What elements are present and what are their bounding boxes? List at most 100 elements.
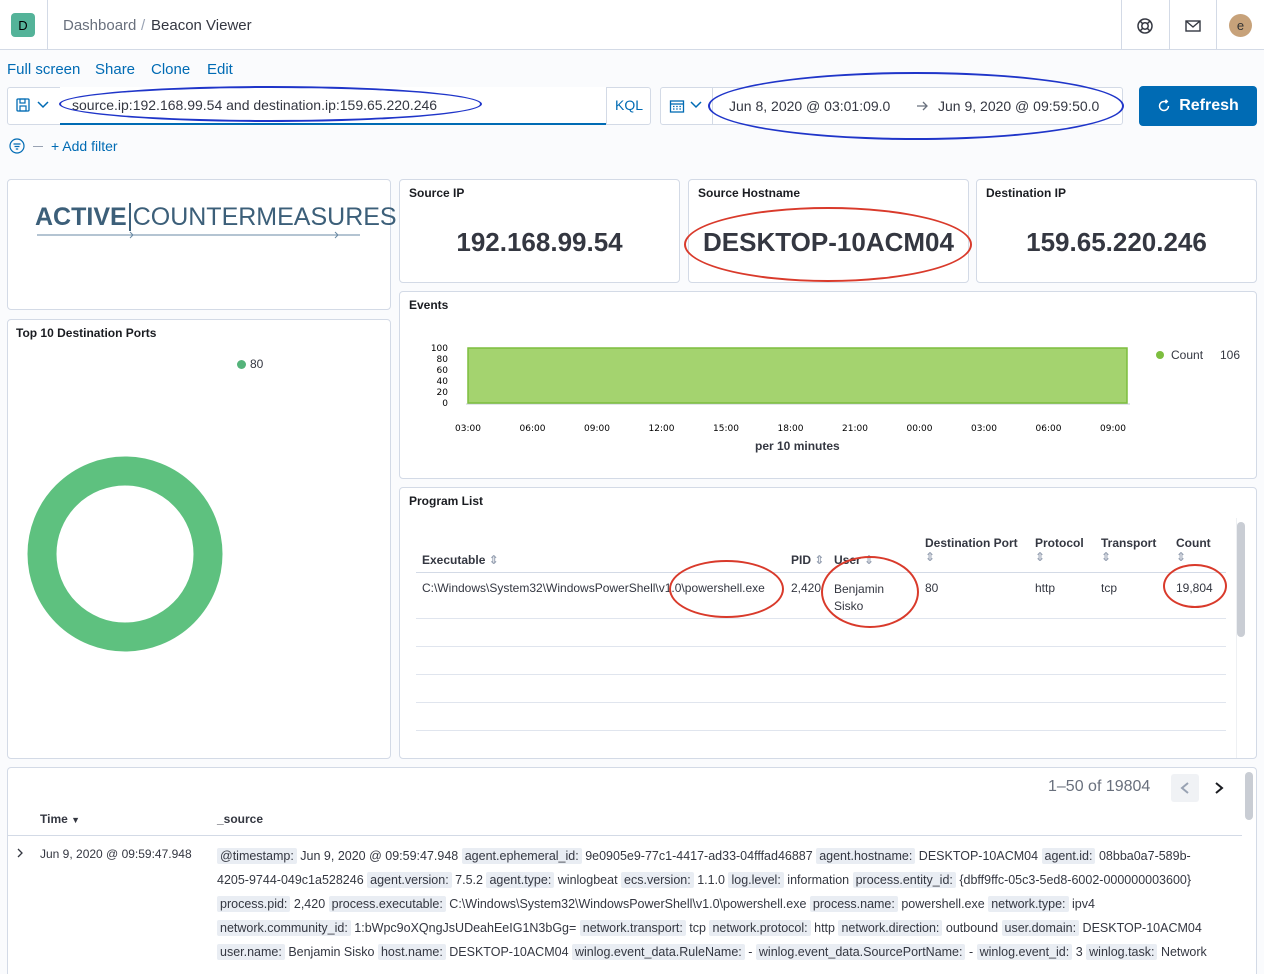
- documents-panel: 1–50 of 19804 Time ▼ _source Jun 9, 2020…: [7, 767, 1257, 974]
- sort-icon: ⇕: [1035, 550, 1046, 564]
- column-header-transport[interactable]: Transport ⇕: [1101, 536, 1156, 564]
- share-link[interactable]: Share: [95, 61, 135, 78]
- doc-field-value: tcp: [685, 921, 710, 935]
- x-tick-label: 03:00: [455, 424, 481, 434]
- doc-field-key: network.direction:: [838, 920, 943, 936]
- doc-line-4: network.community_id: 1:bWpc9oXQngJsUDea…: [217, 916, 1245, 940]
- doc-field-value: winlogbeat: [554, 873, 622, 887]
- column-header-source: _source: [217, 812, 264, 826]
- x-tick-label: 06:00: [520, 424, 546, 434]
- app-logo[interactable]: D: [11, 13, 35, 37]
- prev-page-button[interactable]: [1171, 774, 1199, 802]
- divider: [606, 88, 607, 124]
- program-list-panel: Program List Executable ⇕ PID ⇕ User ⇕ D…: [399, 487, 1257, 759]
- sort-icon: ⇕: [488, 553, 499, 567]
- column-header-executable[interactable]: Executable ⇕: [422, 553, 499, 567]
- legend-value: 106: [1220, 348, 1241, 362]
- cell-port: 80: [925, 581, 939, 595]
- help-icon[interactable]: [1136, 17, 1154, 35]
- events-panel: Events 0 20 40 60 80 100 03:00 06:00 09:00 12:00 1…: [399, 291, 1257, 479]
- full-screen-link[interactable]: Full screen: [7, 61, 80, 78]
- column-header-destination-port[interactable]: Destination Port ⇕: [925, 536, 1018, 564]
- doc-field-key: @timestamp:: [217, 848, 297, 864]
- doc-line-1: @timestamp: Jun 9, 2020 @ 09:59:47.948 a…: [217, 844, 1245, 868]
- chevron-down-icon[interactable]: [690, 101, 702, 109]
- save-query-icon[interactable]: [15, 97, 31, 113]
- panel-title: Program List: [409, 494, 484, 508]
- refresh-button[interactable]: Refresh: [1139, 86, 1257, 126]
- annotation-ellipse: [684, 207, 972, 282]
- x-tick-label: 00:00: [907, 424, 933, 434]
- kql-button[interactable]: KQL: [615, 97, 643, 113]
- cell-transport: tcp: [1101, 581, 1118, 595]
- x-axis-label: per 10 minutes: [755, 439, 840, 453]
- legend-label[interactable]: Count: [1171, 348, 1203, 362]
- scrollbar[interactable]: [1245, 772, 1253, 820]
- legend-swatch: [237, 360, 246, 369]
- doc-field-value: outbound: [942, 921, 1002, 935]
- x-tick-label: 09:00: [584, 424, 610, 434]
- refresh-label: Refresh: [1179, 97, 1239, 114]
- doc-field-value: 1.1.0: [693, 873, 729, 887]
- filter-icon[interactable]: [9, 138, 27, 154]
- doc-field-value: 7.5.2: [451, 873, 487, 887]
- breadcrumb-separator: /: [141, 17, 146, 34]
- x-tick-label: 09:00: [1100, 424, 1126, 434]
- divider: [1216, 0, 1217, 50]
- column-header-count[interactable]: Count ⇕: [1176, 536, 1211, 564]
- divider: [33, 146, 43, 147]
- x-tick-label: 15:00: [713, 424, 739, 434]
- next-page-button[interactable]: [1205, 774, 1233, 802]
- doc-field-key: agent.ephemeral_id:: [461, 848, 582, 864]
- calendar-icon[interactable]: [669, 98, 685, 114]
- avatar[interactable]: e: [1229, 14, 1252, 37]
- mail-icon[interactable]: [1184, 17, 1202, 35]
- series-area-count[interactable]: [467, 347, 1128, 404]
- doc-field-value: 9e0905e9-77c1-4417-ad33-04fffad46887: [581, 849, 817, 863]
- panel-title: Top 10 Destination Ports: [16, 326, 157, 340]
- donut-slice[interactable]: [27, 456, 223, 652]
- x-tick-label: 21:00: [842, 424, 868, 434]
- doc-field-key: process.entity_id:: [852, 872, 956, 888]
- refresh-icon: [1158, 99, 1170, 112]
- logo-underline: [37, 231, 360, 239]
- doc-field-value: -: [744, 945, 756, 959]
- brand-logo-text-right: COUNTERMEASURES: [128, 203, 397, 231]
- doc-field-key: process.pid:: [217, 896, 291, 912]
- x-tick-label: 18:00: [778, 424, 804, 434]
- doc-field-key: host.name:: [377, 944, 446, 960]
- x-tick-label: 12:00: [649, 424, 675, 434]
- column-header-pid[interactable]: PID ⇕: [791, 553, 824, 567]
- divider: [1121, 0, 1122, 50]
- column-header-protocol[interactable]: Protocol ⇕: [1035, 536, 1084, 564]
- add-filter-button[interactable]: + Add filter: [51, 138, 118, 154]
- breadcrumb-dashboard[interactable]: Dashboard: [63, 17, 136, 34]
- annotation-ellipse: [821, 556, 919, 628]
- y-tick-label: 100: [431, 344, 448, 354]
- edit-link[interactable]: Edit: [207, 61, 233, 78]
- doc-time: Jun 9, 2020 @ 09:59:47.948: [40, 847, 192, 861]
- doc-field-value: 3: [1072, 945, 1087, 959]
- doc-field-key: agent.id:: [1041, 848, 1096, 864]
- expand-row-icon[interactable]: [16, 848, 24, 858]
- doc-field-value: ipv4: [1068, 897, 1095, 911]
- chevron-down-icon[interactable]: [37, 101, 49, 109]
- annotation-ellipse: [1163, 564, 1227, 608]
- pagination-text: 1–50 of 19804: [1048, 778, 1151, 795]
- cell-protocol: http: [1035, 581, 1056, 595]
- doc-field-key: winlog.event_id:: [976, 944, 1073, 960]
- y-tick-label: 0: [442, 399, 448, 409]
- doc-field-key: ecs.version:: [621, 872, 694, 888]
- table-row-divider: [416, 674, 1226, 675]
- sort-icon: ⇕: [1176, 550, 1187, 564]
- doc-field-value: {dbff9ffc-05c3-5ed8-6002-000000003600}: [955, 873, 1192, 887]
- doc-field-key: process.executable:: [328, 896, 446, 912]
- sort-icon: ⇕: [925, 550, 936, 564]
- doc-field-value: DESKTOP-10ACM04: [1079, 921, 1202, 935]
- doc-field-key: network.transport:: [579, 920, 686, 936]
- legend-label[interactable]: 80: [250, 357, 263, 371]
- doc-field-key: network.type:: [988, 896, 1069, 912]
- column-header-time[interactable]: Time ▼: [40, 812, 80, 826]
- metric-panel-destination-ip: Destination IP 159.65.220.246: [976, 179, 1257, 283]
- clone-link[interactable]: Clone: [151, 61, 190, 78]
